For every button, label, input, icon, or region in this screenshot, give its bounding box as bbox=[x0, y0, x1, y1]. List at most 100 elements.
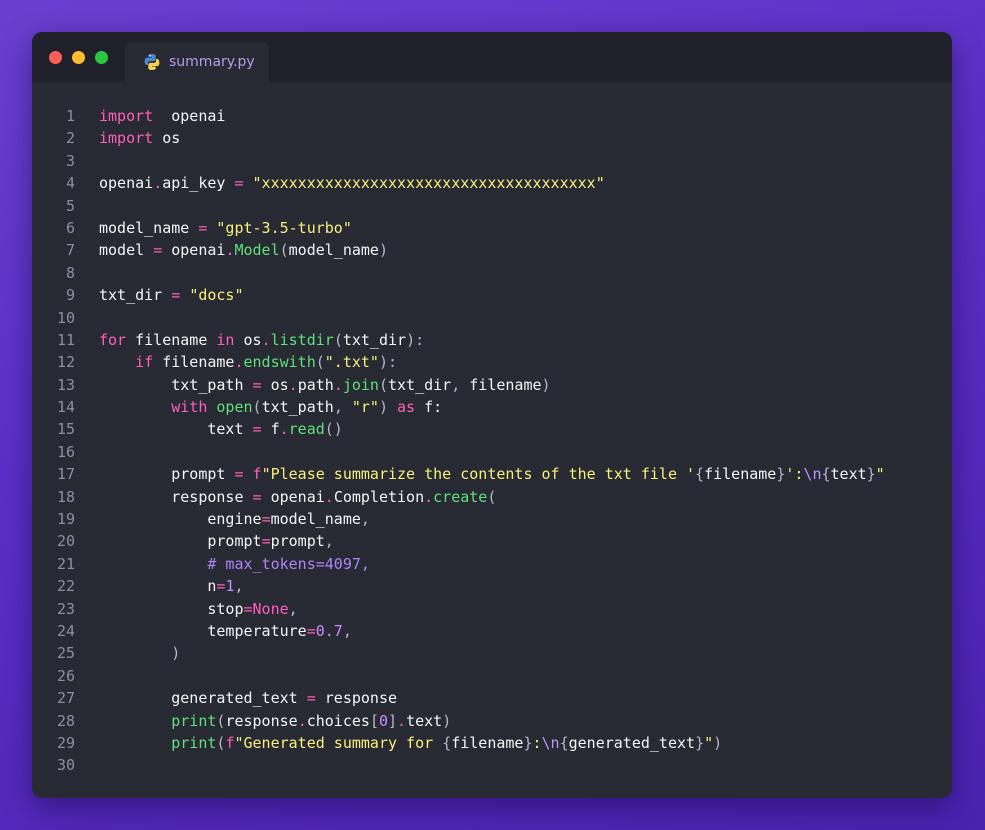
code-token: ( bbox=[487, 487, 497, 506]
code-token: text bbox=[99, 420, 253, 439]
code-token: # max_tokens=4097, bbox=[207, 554, 370, 573]
line-source: print(f"Generated summary for {filename}… bbox=[99, 732, 722, 754]
code-token: ( bbox=[252, 398, 262, 417]
code-token: ) bbox=[378, 398, 388, 417]
code-token: filename bbox=[704, 465, 777, 484]
code-token: = bbox=[306, 689, 316, 708]
code-token: \n bbox=[803, 465, 822, 484]
code-token: "Generated summary for bbox=[234, 733, 443, 752]
code-token: response bbox=[99, 487, 253, 506]
code-token: model_name bbox=[270, 510, 361, 529]
code-token: ] bbox=[388, 711, 398, 730]
line-source: for filename in os.listdir(txt_dir): bbox=[99, 329, 424, 351]
code-token: openai bbox=[261, 487, 325, 506]
code-token: ) bbox=[541, 375, 551, 394]
tab-summary-py[interactable]: summary.py bbox=[125, 42, 269, 82]
code-token: in bbox=[216, 330, 235, 349]
line-number: 26 bbox=[56, 666, 75, 685]
line-number: 4 bbox=[65, 174, 75, 193]
code-token: = bbox=[171, 286, 181, 305]
code-token: . bbox=[397, 711, 407, 730]
line-source: import openai bbox=[99, 105, 225, 127]
code-token: response bbox=[315, 689, 398, 708]
code-token: f: bbox=[415, 398, 443, 417]
code-token: [ bbox=[369, 711, 379, 730]
code-token: , bbox=[342, 621, 352, 640]
code-token: path bbox=[297, 375, 334, 394]
line-source: ) bbox=[99, 642, 180, 664]
code-token: filename bbox=[153, 353, 235, 372]
line-number: 27 bbox=[56, 689, 75, 708]
line-number: 13 bbox=[56, 375, 75, 394]
line-number: 25 bbox=[56, 644, 75, 663]
code-token: for bbox=[99, 330, 127, 349]
code-token: = bbox=[261, 532, 271, 551]
code-token: generated_text bbox=[99, 689, 307, 708]
code-token: Model bbox=[234, 241, 280, 260]
line-number: 14 bbox=[56, 398, 75, 417]
code-token: . bbox=[153, 174, 163, 193]
code-token: "r" bbox=[351, 398, 379, 417]
code-token: prompt bbox=[99, 465, 235, 484]
code-token: . bbox=[234, 353, 244, 372]
code-token: print bbox=[171, 733, 217, 752]
code-token: prompt bbox=[99, 532, 262, 551]
close-window-button[interactable] bbox=[49, 51, 62, 64]
code-token: , bbox=[333, 398, 343, 417]
line-number: 8 bbox=[65, 263, 75, 282]
line-source: txt_dir = "docs" bbox=[99, 284, 244, 306]
code-token: openai bbox=[99, 174, 154, 193]
line-number: 22 bbox=[56, 577, 75, 596]
line-source: prompt=prompt, bbox=[99, 530, 333, 552]
code-token: } bbox=[776, 465, 786, 484]
code-token: open bbox=[216, 398, 253, 417]
code-token: ".txt" bbox=[324, 353, 379, 372]
code-token: = bbox=[234, 174, 244, 193]
line-source: with open(txt_path, "r") as f: bbox=[99, 396, 442, 418]
line-source: stop=None, bbox=[99, 598, 297, 620]
code-token: ( bbox=[333, 330, 343, 349]
line-source: openai.api_key = "xxxxxxxxxxxxxxxxxxxxxx… bbox=[99, 172, 605, 194]
code-token: . bbox=[279, 420, 289, 439]
code-token: openai bbox=[153, 107, 226, 125]
code-token: None bbox=[252, 599, 289, 618]
code-token: response bbox=[225, 711, 298, 730]
code-token: "gpt-3.5-turbo" bbox=[216, 218, 352, 237]
code-token: . bbox=[333, 375, 343, 394]
line-source: print(response.choices[0].text) bbox=[99, 710, 451, 732]
maximize-window-button[interactable] bbox=[95, 51, 108, 64]
code-token: ( bbox=[279, 241, 289, 260]
code-token: = bbox=[234, 465, 244, 484]
line-number: 1 bbox=[65, 107, 75, 125]
code-token: choices bbox=[306, 711, 370, 730]
code-token: ) bbox=[442, 711, 452, 730]
code-token: 0.7 bbox=[315, 621, 343, 640]
python-icon bbox=[144, 54, 160, 70]
code-token: filename bbox=[451, 733, 524, 752]
line-number: 29 bbox=[56, 733, 75, 752]
code-token: create bbox=[433, 487, 488, 506]
line-number: 28 bbox=[56, 711, 75, 730]
code-token: ): bbox=[406, 330, 425, 349]
code-token: filename bbox=[460, 375, 542, 394]
line-number: 9 bbox=[65, 286, 75, 305]
code-token: openai bbox=[162, 241, 226, 260]
code-token: ): bbox=[378, 353, 398, 372]
tab-label: summary.py bbox=[169, 54, 255, 70]
code-token: generated_text bbox=[568, 733, 696, 752]
line-number: 6 bbox=[65, 218, 75, 237]
code-token: txt_dir bbox=[388, 375, 452, 394]
line-source: engine=model_name, bbox=[99, 508, 370, 530]
minimize-window-button[interactable] bbox=[72, 51, 85, 64]
line-number: 24 bbox=[56, 621, 75, 640]
line-source: prompt = f"Please summarize the contents… bbox=[99, 463, 884, 485]
code-token: = bbox=[243, 599, 253, 618]
code-token: \n bbox=[541, 733, 560, 752]
code-token: text bbox=[406, 711, 443, 730]
code-token: . bbox=[297, 711, 307, 730]
code-token: = bbox=[261, 510, 271, 529]
line-number: 11 bbox=[56, 330, 75, 349]
code-token: { bbox=[821, 465, 831, 484]
